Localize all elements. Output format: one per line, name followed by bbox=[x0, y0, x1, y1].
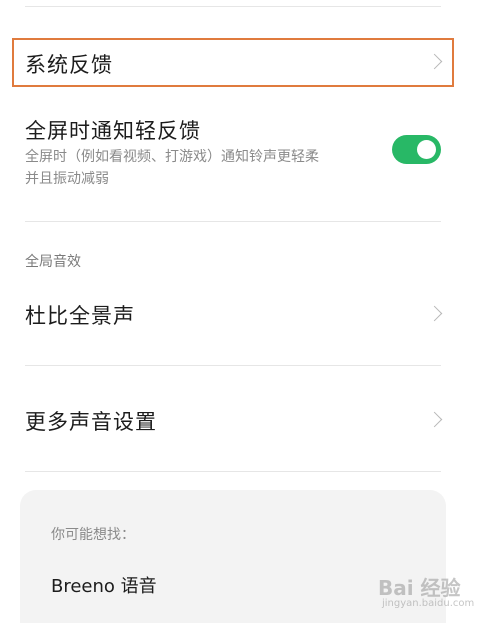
top-divider bbox=[25, 6, 441, 7]
fullscreen-notify-desc-2: 并且振动减弱 bbox=[25, 171, 109, 187]
more-sound-settings-label: 更多声音设置 bbox=[25, 410, 157, 434]
divider-1 bbox=[25, 221, 441, 222]
dolby-atmos-row[interactable]: 杜比全景声 bbox=[0, 288, 498, 338]
suggestion-item-breeno[interactable]: Breeno 语音 bbox=[51, 572, 157, 598]
fullscreen-notify-desc-1: 全屏时（例如看视频、打游戏）通知铃声更轻柔 bbox=[25, 149, 319, 165]
toggle-knob bbox=[417, 140, 436, 159]
highlight-box bbox=[12, 38, 454, 87]
watermark-logo: Bai 经验 bbox=[378, 576, 461, 600]
fullscreen-notify-toggle[interactable] bbox=[392, 135, 441, 164]
section-title-global-sound: 全局音效 bbox=[25, 254, 81, 270]
sound-settings-page: 系统反馈 全屏时通知轻反馈 全屏时（例如看视频、打游戏）通知铃声更轻柔 并且振动… bbox=[0, 0, 498, 623]
chevron-right-icon bbox=[426, 411, 443, 428]
dolby-atmos-label: 杜比全景声 bbox=[25, 304, 135, 328]
watermark-url: jingyan.baidu.com bbox=[382, 598, 475, 609]
suggestion-title: 你可能想找： bbox=[51, 527, 135, 543]
more-sound-settings-row[interactable]: 更多声音设置 bbox=[0, 394, 498, 444]
chevron-right-icon bbox=[426, 305, 443, 322]
fullscreen-notify-label: 全屏时通知轻反馈 bbox=[25, 119, 201, 143]
divider-3 bbox=[25, 471, 441, 472]
divider-2 bbox=[25, 365, 441, 366]
